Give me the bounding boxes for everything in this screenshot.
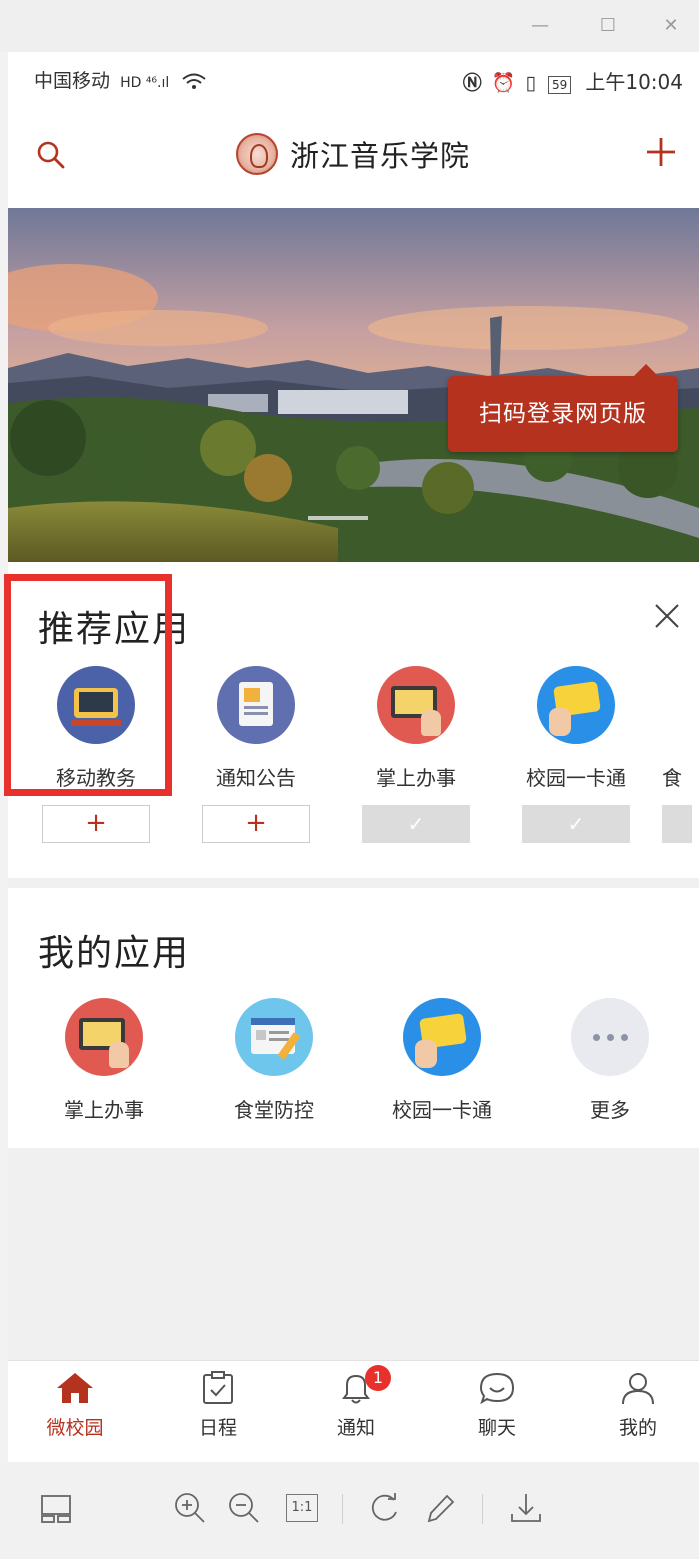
added-app-indicator[interactable]	[662, 805, 692, 843]
thumbnail-layout-icon[interactable]	[38, 1490, 74, 1526]
page-title: 浙江音乐学院	[290, 139, 471, 173]
header-title-group: 浙江音乐学院	[236, 132, 470, 176]
search-icon[interactable]	[36, 140, 66, 170]
notification-badge: 1	[365, 1365, 391, 1391]
time-label: 上午10:04	[585, 70, 683, 94]
carrier-label: 中国移动	[34, 70, 111, 92]
app-label: 更多	[590, 1098, 630, 1122]
tab-label: 聊天	[477, 1417, 516, 1439]
tab-label: 微校园	[46, 1417, 104, 1439]
maximize-button[interactable]: ☐	[593, 14, 623, 38]
toolbar-divider	[342, 1494, 343, 1524]
qr-login-button[interactable]: 扫码登录网页版	[448, 364, 678, 452]
nfc-icon: Ⓝ	[462, 72, 482, 94]
close-icon[interactable]	[653, 602, 681, 630]
tab-me[interactable]: 我的	[583, 1371, 693, 1440]
wifi-icon	[182, 73, 206, 89]
add-icon[interactable]	[645, 136, 677, 168]
viewer-toolbar: 1:1	[0, 1462, 699, 1559]
my-apps-title: 我的应用	[38, 933, 191, 974]
home-icon	[57, 1373, 93, 1403]
recommended-app-partial[interactable]: 食	[662, 666, 699, 843]
app-label: 食	[662, 766, 682, 790]
school-logo	[236, 133, 278, 175]
recommended-app-notice[interactable]: 通知公告 +	[186, 666, 326, 843]
highlight-box	[4, 574, 172, 796]
tab-label: 通知	[336, 1417, 375, 1439]
app-label: 掌上办事	[64, 1098, 144, 1122]
tab-micro-campus[interactable]: 微校园	[20, 1371, 130, 1440]
app-window: — ☐ ✕ 中国移动 HD ⁴⁶.ıl Ⓝ ⏰ ▯ 59 上午10:04 浙江音…	[0, 0, 699, 1559]
campus-card-icon	[537, 666, 615, 744]
status-left: 中国移动 HD ⁴⁶.ıl	[34, 66, 207, 93]
tab-chat[interactable]: 聊天	[442, 1371, 552, 1440]
app-label: 校园一卡通	[526, 766, 626, 790]
campus-card-icon	[403, 998, 481, 1076]
my-app-canteen[interactable]: 食堂防控	[204, 998, 344, 1123]
window-titlebar: — ☐ ✕	[0, 0, 699, 52]
add-app-button[interactable]: +	[202, 805, 310, 843]
my-app-more[interactable]: 更多	[540, 998, 680, 1123]
calendar-check-icon	[203, 1371, 233, 1404]
added-app-indicator[interactable]: ✓	[522, 805, 630, 843]
tab-label: 我的	[618, 1417, 657, 1439]
added-app-indicator[interactable]: ✓	[362, 805, 470, 843]
battery-indicator: 59	[548, 76, 572, 94]
actual-size-button[interactable]: 1:1	[286, 1494, 318, 1522]
app-label: 食堂防控	[234, 1098, 314, 1122]
recommended-app-campus-card[interactable]: 校园一卡通 ✓	[506, 666, 646, 843]
my-apps-section: 我的应用 掌上办事 食堂防控 校园一卡通 更多	[8, 888, 699, 1148]
minimize-button[interactable]: —	[525, 14, 555, 38]
tab-schedule[interactable]: 日程	[163, 1371, 273, 1440]
alarm-icon: ⏰	[491, 72, 516, 94]
notice-document-icon	[217, 666, 295, 744]
tablet-hand-icon	[65, 998, 143, 1076]
recommended-app-online-services[interactable]: 掌上办事 ✓	[346, 666, 486, 843]
tab-notifications[interactable]: 1 通知	[301, 1365, 411, 1440]
zoom-out-icon[interactable]	[226, 1490, 262, 1526]
person-icon	[622, 1373, 654, 1405]
rotate-icon[interactable]	[366, 1490, 402, 1526]
network-indicator: HD ⁴⁶.ıl	[120, 75, 170, 91]
form-pencil-icon	[235, 998, 313, 1076]
campus-banner[interactable]: 扫码登录网页版	[8, 208, 699, 562]
vibrate-icon: ▯	[525, 72, 536, 94]
pencil-icon[interactable]	[422, 1490, 458, 1526]
status-right: Ⓝ ⏰ ▯ 59 上午10:04	[463, 66, 683, 95]
chat-icon	[479, 1372, 515, 1405]
tablet-hand-icon	[377, 666, 455, 744]
app-label: 校园一卡通	[392, 1098, 492, 1122]
more-dots-icon	[571, 998, 649, 1076]
close-window-button[interactable]: ✕	[656, 14, 686, 38]
app-header: 浙江音乐学院	[8, 102, 699, 208]
add-app-button[interactable]: +	[42, 805, 150, 843]
zoom-in-icon[interactable]	[172, 1490, 208, 1526]
my-app-online-services[interactable]: 掌上办事	[34, 998, 174, 1123]
toolbar-divider	[482, 1494, 483, 1524]
bottom-tab-bar: 微校园 日程 1 通知 聊天 我的	[8, 1360, 699, 1462]
status-bar: 中国移动 HD ⁴⁶.ıl Ⓝ ⏰ ▯ 59 上午10:04	[8, 52, 699, 102]
tab-label: 日程	[198, 1417, 237, 1439]
partial-icon	[662, 666, 676, 744]
download-icon[interactable]	[508, 1490, 544, 1526]
app-label: 通知公告	[216, 766, 296, 790]
my-app-campus-card[interactable]: 校园一卡通	[372, 998, 512, 1123]
app-label: 掌上办事	[376, 766, 456, 790]
